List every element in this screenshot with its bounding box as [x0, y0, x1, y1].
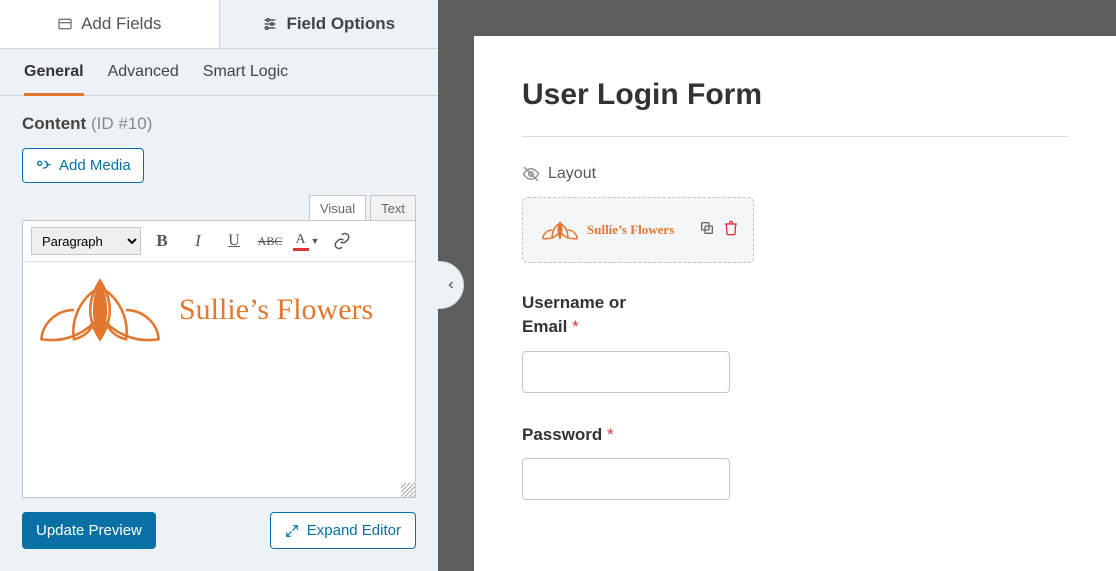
form-fields-icon	[57, 16, 73, 32]
text-color-button[interactable]: A ▼	[291, 227, 321, 255]
tab-add-fields-label: Add Fields	[81, 14, 161, 34]
editor-tab-visual[interactable]: Visual	[309, 195, 366, 221]
editor-toolbar: Paragraph B I U ABC A ▼	[23, 221, 415, 262]
username-input[interactable]	[522, 351, 730, 393]
layout-indicator: Layout	[522, 165, 1068, 183]
editor-mode-tabs: Visual Text	[22, 195, 416, 221]
lotus-icon	[35, 272, 165, 348]
top-tabs: Add Fields Field Options	[0, 0, 438, 49]
preview-wrap: User Login Form Layout Sullie’s Flowers	[438, 0, 1116, 571]
form-title: User Login Form	[522, 78, 1068, 112]
update-preview-button[interactable]: Update Preview	[22, 512, 156, 549]
content-label: Content	[22, 114, 86, 133]
tab-field-options-label: Field Options	[286, 14, 395, 34]
add-media-button[interactable]: Add Media	[22, 148, 144, 183]
sub-tabs: General Advanced Smart Logic	[0, 49, 438, 96]
expand-editor-button[interactable]: Expand Editor	[270, 512, 416, 549]
logo-content: Sullie’s Flowers	[35, 272, 403, 348]
title-separator	[522, 136, 1068, 137]
bold-button[interactable]: B	[147, 227, 177, 255]
tab-add-fields[interactable]: Add Fields	[0, 0, 220, 48]
subtab-smart-logic[interactable]: Smart Logic	[203, 63, 288, 95]
duplicate-icon[interactable]	[699, 220, 715, 236]
subtab-advanced[interactable]: Advanced	[108, 63, 179, 95]
chevron-left-icon	[445, 279, 457, 291]
password-label: Password *	[522, 423, 1068, 447]
link-button[interactable]	[327, 227, 357, 255]
subtab-general[interactable]: General	[24, 63, 84, 96]
content-heading: Content (ID #10)	[22, 114, 416, 134]
editor-resize-handle[interactable]	[401, 483, 415, 497]
editor-tab-text[interactable]: Text	[370, 195, 416, 221]
block-actions	[699, 220, 739, 236]
layout-label: Layout	[548, 165, 596, 183]
underline-button[interactable]: U	[219, 227, 249, 255]
media-icon	[35, 158, 51, 174]
wysiwyg-editor: Paragraph B I U ABC A ▼	[22, 220, 416, 498]
form-preview: User Login Form Layout Sullie’s Flowers	[474, 36, 1116, 571]
editor-canvas[interactable]: Sullie’s Flowers	[23, 262, 415, 497]
expand-icon	[285, 524, 299, 538]
password-input[interactable]	[522, 458, 730, 500]
add-media-label: Add Media	[59, 157, 131, 174]
editor-action-row: Update Preview Expand Editor	[22, 512, 416, 549]
expand-editor-label: Expand Editor	[307, 522, 401, 539]
content-id: (ID #10)	[91, 114, 152, 133]
tab-field-options[interactable]: Field Options	[220, 0, 439, 48]
trash-icon[interactable]	[723, 220, 739, 236]
required-mark: *	[607, 425, 614, 444]
brand-text: Sullie’s Flowers	[179, 293, 373, 327]
username-label: Username or Email *	[522, 291, 662, 339]
field-options-panel: Add Fields Field Options General Advance…	[0, 0, 438, 571]
strikethrough-button[interactable]: ABC	[255, 227, 285, 255]
eye-off-icon	[522, 165, 540, 183]
content-field-block[interactable]: Sullie’s Flowers	[522, 197, 754, 263]
brand-text-small: Sullie’s Flowers	[587, 222, 674, 238]
italic-button[interactable]: I	[183, 227, 213, 255]
required-mark: *	[572, 317, 579, 336]
block-format-select[interactable]: Paragraph	[31, 227, 141, 255]
sliders-icon	[262, 16, 278, 32]
lotus-icon-small	[541, 218, 579, 242]
content-area: Content (ID #10) Add Media Visual Text P…	[0, 96, 438, 571]
